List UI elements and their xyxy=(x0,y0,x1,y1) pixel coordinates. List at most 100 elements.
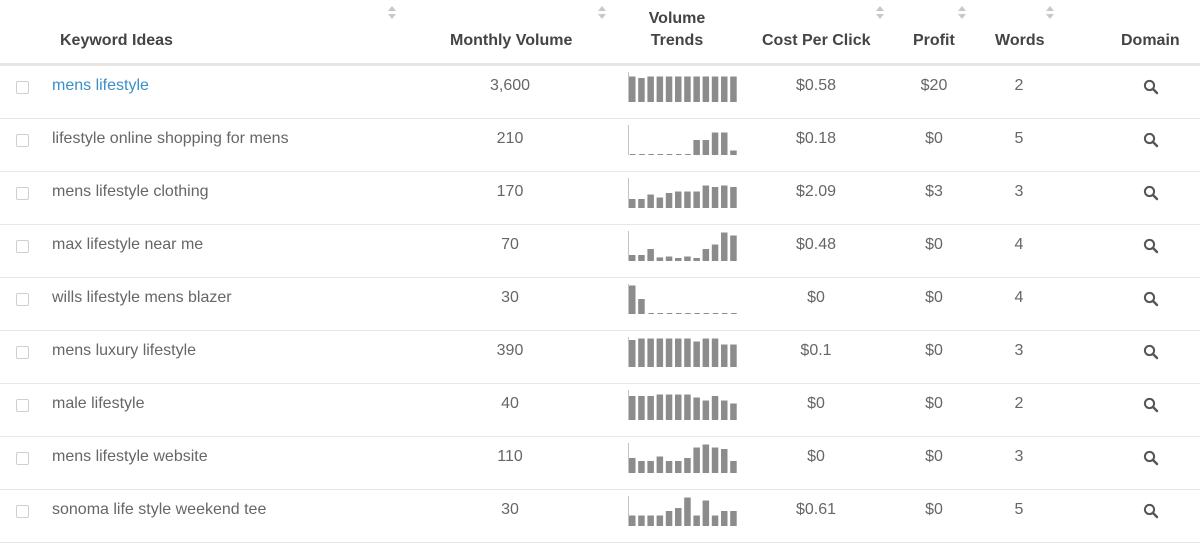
keyword-text[interactable]: sonoma life style weekend tee xyxy=(52,490,266,542)
volume-trend-chart xyxy=(628,443,740,473)
trend-bar xyxy=(711,338,719,367)
trend-bar xyxy=(684,497,691,526)
col-header-cost-per-click[interactable]: Cost Per Click xyxy=(762,30,870,52)
row-checkbox-cell xyxy=(0,225,40,277)
trend-bar xyxy=(684,458,691,473)
monthly-volume: 30 xyxy=(501,289,519,306)
keyword-text[interactable]: male lifestyle xyxy=(52,384,144,436)
search-icon[interactable] xyxy=(1143,450,1159,466)
trend-bar xyxy=(665,394,673,420)
volume-trend-chart xyxy=(628,496,740,526)
col-header-monthly-volume[interactable]: Monthly Volume xyxy=(450,30,572,52)
trend-bar xyxy=(638,78,645,102)
trend-bar xyxy=(665,193,673,208)
cost-per-click: $0.48 xyxy=(795,236,837,253)
keyword-text[interactable]: mens luxury lifestyle xyxy=(52,331,196,383)
search-icon[interactable] xyxy=(1143,79,1159,95)
monthly-volume: 390 xyxy=(496,342,524,359)
keyword-text[interactable]: max lifestyle near me xyxy=(52,225,203,277)
word-count: 4 xyxy=(1014,236,1024,253)
search-icon[interactable] xyxy=(1143,503,1159,519)
trend-bar xyxy=(629,396,636,420)
volume-trend-chart xyxy=(628,125,740,155)
sort-icon[interactable] xyxy=(388,6,396,20)
search-icon[interactable] xyxy=(1143,291,1159,307)
trend-bar xyxy=(702,140,710,155)
trend-bar xyxy=(711,515,719,526)
trend-bar xyxy=(702,400,710,420)
trend-svg xyxy=(628,125,737,155)
keyword-text[interactable]: lifestyle online shopping for mens xyxy=(52,119,289,171)
col-header-volume-trends[interactable]: Volume Trends xyxy=(618,8,736,52)
row-checkbox[interactable] xyxy=(16,240,29,253)
row-checkbox[interactable] xyxy=(16,134,29,147)
cost-per-click: $0 xyxy=(807,289,825,306)
trend-bar xyxy=(647,194,654,208)
keyword-text[interactable]: mens lifestyle clothing xyxy=(52,172,209,224)
col-header-profit[interactable]: Profit xyxy=(913,30,955,52)
row-checkbox[interactable] xyxy=(16,452,29,465)
sort-icon[interactable] xyxy=(958,6,966,20)
search-icon[interactable] xyxy=(1143,344,1159,360)
table-row: mens lifestyle website 110 $0 $0 3 xyxy=(0,437,1200,490)
trend-bar xyxy=(730,344,737,367)
trend-bar xyxy=(629,76,636,102)
word-count: 2 xyxy=(1014,77,1024,94)
trend-bar xyxy=(629,340,636,367)
search-icon[interactable] xyxy=(1143,132,1159,148)
keyword-text[interactable]: mens lifestyle xyxy=(52,66,149,118)
trend-bar xyxy=(665,256,673,261)
col-header-words[interactable]: Words xyxy=(995,30,1044,52)
cost-per-click: $2.09 xyxy=(795,183,837,200)
keyword-text[interactable]: wills lifestyle mens blazer xyxy=(52,278,232,330)
trend-bar xyxy=(629,285,636,314)
word-count: 3 xyxy=(1014,342,1024,359)
trend-bar xyxy=(656,338,664,367)
trend-bar xyxy=(721,185,728,208)
table-row: male lifestyle 40 $0 $0 2 xyxy=(0,384,1200,437)
profit: $0 xyxy=(925,342,943,359)
search-icon[interactable] xyxy=(1143,185,1159,201)
row-checkbox[interactable] xyxy=(16,399,29,412)
trend-bar xyxy=(665,338,673,367)
trend-bar xyxy=(730,76,737,102)
sort-icon[interactable] xyxy=(598,6,606,20)
trend-svg xyxy=(628,231,737,261)
row-checkbox[interactable] xyxy=(16,81,29,94)
row-checkbox[interactable] xyxy=(16,293,29,306)
search-icon[interactable] xyxy=(1143,397,1159,413)
table-row: mens luxury lifestyle 390 $0.1 $0 3 xyxy=(0,331,1200,384)
row-checkbox[interactable] xyxy=(16,505,29,518)
row-checkbox[interactable] xyxy=(16,346,29,359)
trend-svg xyxy=(628,178,737,208)
col-header-volume-trends-line2: Trends xyxy=(650,32,704,49)
trend-bar xyxy=(730,235,737,261)
trend-bar xyxy=(702,76,710,102)
sort-icon[interactable] xyxy=(1046,6,1054,20)
trend-bar xyxy=(638,461,645,473)
keyword-text[interactable]: mens lifestyle website xyxy=(52,437,208,489)
trend-bar xyxy=(656,76,664,102)
trend-bar xyxy=(638,515,645,526)
col-header-keyword-ideas[interactable]: Keyword Ideas xyxy=(60,30,173,52)
profit: $3 xyxy=(925,183,943,200)
trend-bar xyxy=(665,76,673,102)
table-header: Keyword Ideas Monthly Volume Volume Tren… xyxy=(0,0,1200,66)
table-row: mens lifestyle clothing 170 $2.09 $3 3 xyxy=(0,172,1200,225)
trend-bar xyxy=(638,338,645,367)
sort-icon[interactable] xyxy=(876,6,884,20)
trend-bar xyxy=(721,76,728,102)
row-checkbox-cell xyxy=(0,278,40,330)
row-checkbox[interactable] xyxy=(16,187,29,200)
trend-bar xyxy=(721,232,728,261)
col-header-volume-trends-line1: Volume xyxy=(648,10,706,27)
trend-bar xyxy=(638,396,645,420)
trend-bar xyxy=(675,191,682,208)
volume-trend-chart xyxy=(628,72,740,102)
trend-bar xyxy=(629,515,636,526)
trend-bar xyxy=(711,244,719,261)
volume-trend-chart xyxy=(628,337,740,367)
table-body: mens lifestyle 3,600 $0.58 $20 2 lifesty… xyxy=(0,66,1200,543)
table-row: max lifestyle near me 70 $0.48 $0 4 xyxy=(0,225,1200,278)
search-icon[interactable] xyxy=(1143,238,1159,254)
